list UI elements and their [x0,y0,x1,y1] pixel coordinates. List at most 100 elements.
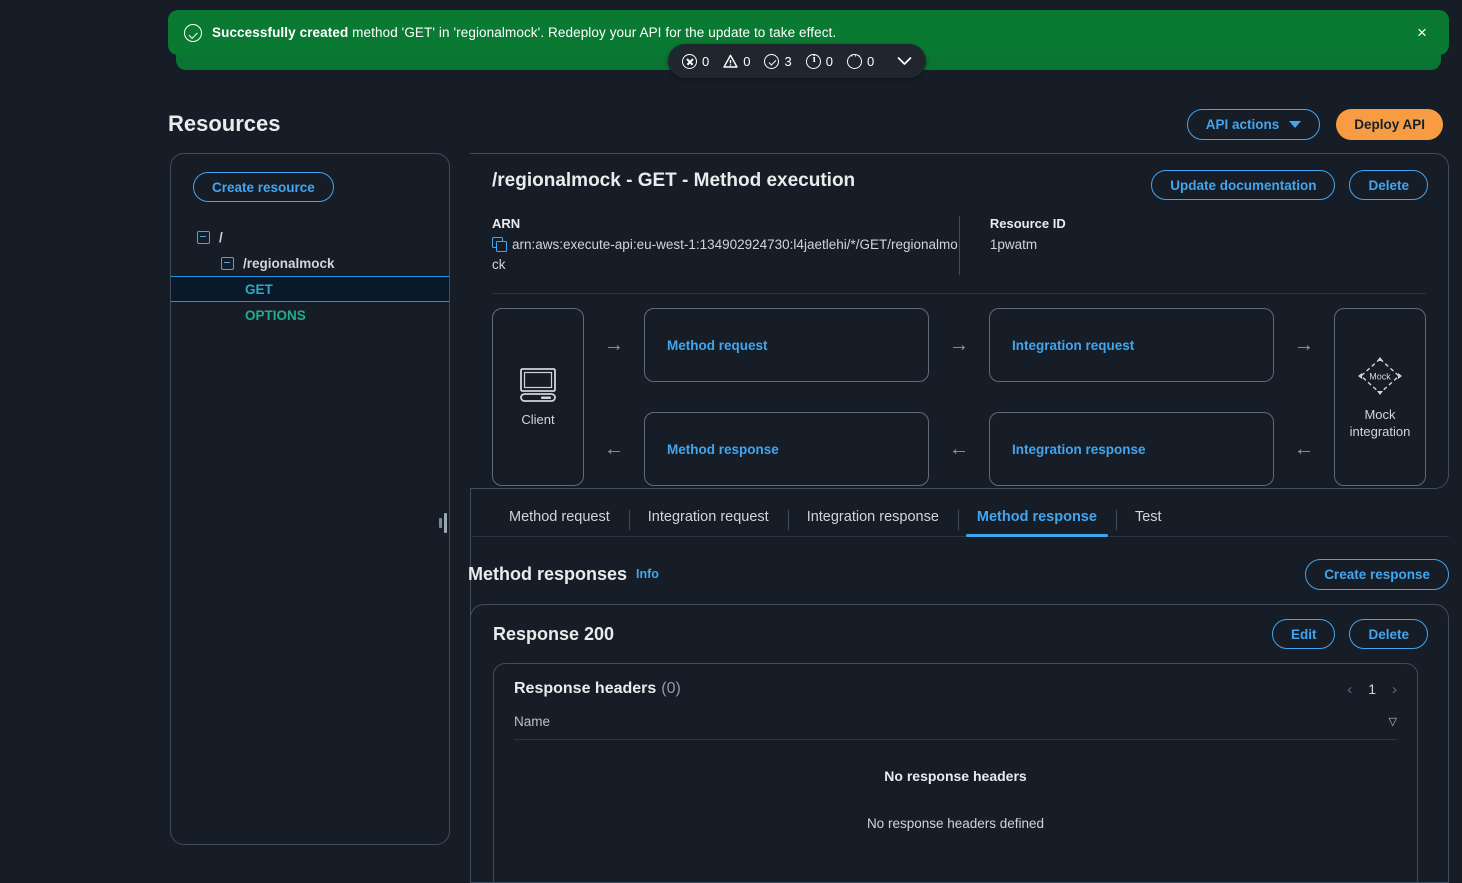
resize-grip-b [444,513,447,533]
svg-text:Mock: Mock [1369,372,1391,382]
status-summary-pill[interactable]: 0 0 3 0 0 [668,44,927,78]
method-execution-header: /regionalmock - GET - Method execution U… [470,154,1448,200]
page-prev-icon[interactable]: ‹ [1347,681,1352,698]
create-resource-button[interactable]: Create resource [193,172,334,202]
page-title: Resources [168,111,281,136]
close-icon[interactable]: × [1409,20,1435,46]
arrow-right-icon: → [604,333,624,356]
flash-message-bold: Successfully created [212,25,349,40]
status-pending[interactable]: 0 [846,50,875,69]
collapse-toggle-icon[interactable] [197,230,210,244]
status-error[interactable]: 0 [682,53,710,69]
response-headers-header: Response headers (0) ‹ 1 › [494,664,1417,698]
page-header: Resources API actions Deploy API [168,104,1443,144]
mock-integration-label: Mock integration [1349,407,1411,439]
integration-response-box[interactable]: Integration response [989,412,1274,486]
flash-message-rest: method 'GET' in 'regionalmock'. Redeploy… [348,25,837,40]
tab-integration-response[interactable]: Integration response [787,509,958,536]
response-200-card: Response 200 Edit Delete Response header… [470,604,1449,883]
tab-test[interactable]: Test [1115,509,1181,536]
api-actions-button[interactable]: API actions [1186,108,1321,140]
resize-grip-a [439,518,442,528]
status-info[interactable]: 0 [805,53,833,69]
tree-node-regionalmock[interactable]: /regionalmock [171,250,449,276]
tree-method-get-label: GET [245,281,273,297]
page-next-icon[interactable]: › [1392,681,1397,698]
arn-block: ARN arn:aws:execute-api:eu-west-1:134902… [492,216,959,275]
computer-icon [517,367,559,403]
integration-column: Integration request Integration response [989,308,1274,486]
empty-state-subtitle: No response headers defined [866,816,1045,831]
api-actions-label: API actions [1205,116,1280,132]
arrow-right-icon: → [949,333,969,356]
resource-id-label: Resource ID [989,216,1066,231]
status-error-count: 0 [702,53,710,69]
method-execution-actions: Update documentation Delete [1151,170,1428,200]
success-icon [764,53,780,69]
method-request-box[interactable]: Method request [644,308,929,382]
method-tabs: Method request Integration request Integ… [470,492,1449,537]
integration-request-box[interactable]: Integration request [989,308,1274,382]
deploy-api-button[interactable]: Deploy API [1336,108,1443,140]
tree-node-regionalmock-label: /regionalmock [243,255,335,271]
error-icon [682,53,697,69]
response-title: Response 200 [493,623,615,644]
client-node: Client [492,308,584,486]
status-success[interactable]: 3 [764,53,792,69]
api-gateway-console: Successfully created method 'GET' in 're… [0,0,1462,883]
tree-method-get[interactable]: GET [171,276,449,302]
arrow-right-icon: → [1294,333,1314,356]
pending-icon [846,50,863,69]
status-pending-count: 0 [866,53,875,69]
info-icon [805,53,822,69]
panel-resize-handle[interactable] [439,513,448,533]
status-success-count: 3 [784,53,792,69]
update-documentation-button[interactable]: Update documentation [1151,170,1336,200]
edit-response-button[interactable]: Edit [1271,619,1336,649]
method-flow-diagram: Client → ← Method request Method respons… [492,308,1426,486]
tab-method-request[interactable]: Method request [490,509,629,536]
delete-method-button[interactable]: Delete [1349,170,1428,200]
resource-tree: / /regionalmock GET OPTIONS [171,224,449,328]
status-warning-count: 0 [743,53,751,69]
status-warning[interactable]: 0 [723,54,750,69]
tab-method-response[interactable]: Method response [957,509,1116,537]
empty-state-title: No response headers [884,768,1027,784]
tab-integration-request[interactable]: Integration request [628,509,788,536]
tree-method-options-label: OPTIONS [245,307,306,323]
arn-label: ARN [492,216,521,231]
info-link[interactable]: Info [636,567,659,581]
column-name-label: Name [514,714,551,729]
arrow-left-icon: ← [1294,437,1314,460]
empty-state: No response headers No response headers … [494,740,1417,831]
arrow-left-icon: ← [949,437,969,460]
chevron-down-icon [1289,120,1302,128]
mock-diamond-icon: Mock [1355,354,1405,398]
arn-value: arn:aws:execute-api:eu-west-1:1349029247… [492,237,958,272]
flash-message: Successfully created method 'GET' in 're… [212,25,836,40]
collapse-toggle-icon[interactable] [221,256,234,270]
arrow-left-icon: ← [604,437,624,460]
mock-integration-node: Mock Mock integration [1334,308,1426,486]
resource-id-value: 1pwatm [989,237,1038,252]
chevron-down-icon[interactable] [894,51,914,71]
table-column-header: Name ▽ [514,714,1397,740]
response-headers-count: (0) [661,680,681,697]
warning-icon [723,54,738,69]
sort-descending-icon[interactable]: ▽ [1389,715,1397,728]
create-response-button[interactable]: Create response [1305,558,1449,590]
method-response-box[interactable]: Method response [644,412,929,486]
method-execution-panel: /regionalmock - GET - Method execution U… [470,153,1449,489]
tree-node-root[interactable]: / [171,224,449,250]
arrows-integration: → ← [1274,308,1334,486]
client-label: Client [521,411,555,427]
method-metadata: ARN arn:aws:execute-api:eu-west-1:134902… [492,216,1426,294]
method-responses-header: Method responses Info Create response [468,556,1449,592]
tree-method-options[interactable]: OPTIONS [171,302,449,328]
arrows-client: → ← [584,308,644,486]
page-number[interactable]: 1 [1368,681,1376,697]
success-check-icon [184,23,202,42]
delete-response-button[interactable]: Delete [1349,619,1428,649]
response-actions: Edit Delete [1271,619,1428,649]
copy-icon[interactable] [492,237,507,252]
